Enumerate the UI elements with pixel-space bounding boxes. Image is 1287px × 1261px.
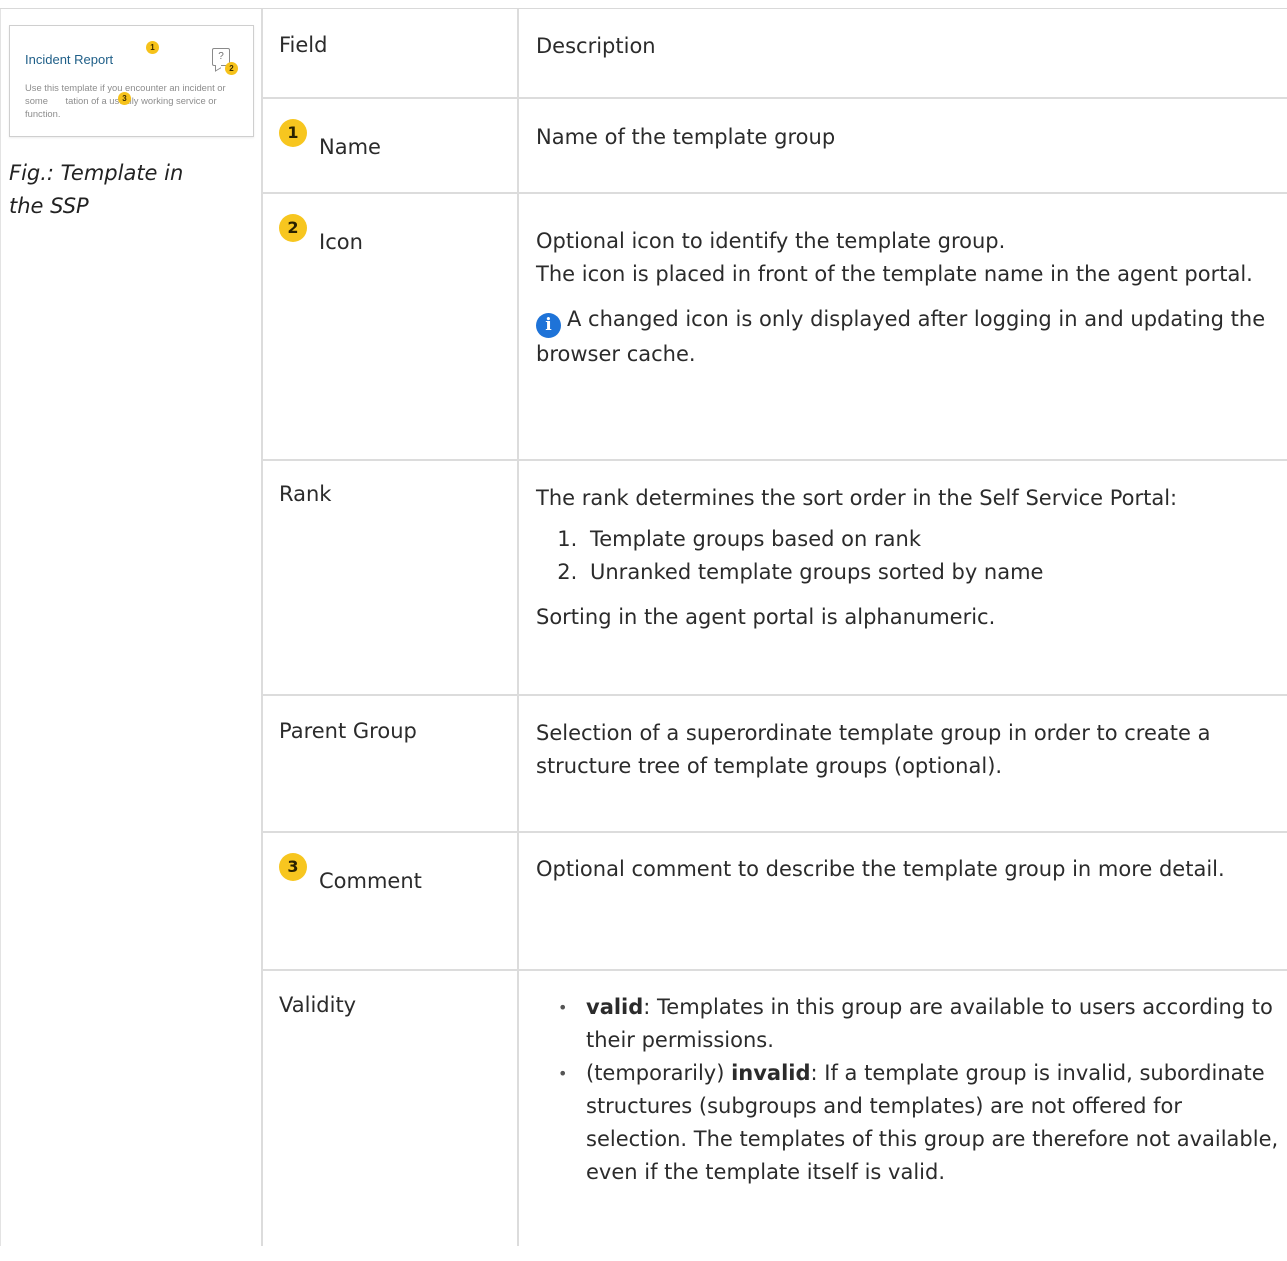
icon-desc-line1: Optional icon to identify the template g… — [536, 229, 1006, 253]
thumbnail-description: Use this template if you encounter an in… — [25, 81, 240, 120]
table-row-comment: 3 Comment Optional comment to describe th… — [262, 833, 1287, 971]
field-validity: Validity — [279, 993, 357, 1017]
figure-cell: Incident Report 1 ? 2 Use this template … — [9, 25, 254, 223]
table-header-row: Field Description — [262, 9, 1287, 99]
validity-item-invalid: (temporarily) invalid: If a template gro… — [558, 1057, 1281, 1189]
number-badge-1: 1 — [279, 119, 307, 147]
number-badge-2: 2 — [279, 214, 307, 242]
field-cell-comment: 3 Comment — [279, 853, 422, 893]
description-parent-group: Selection of a superordinate template gr… — [536, 721, 1211, 778]
table-row-parent-group: Parent Group Selection of a superordinat… — [262, 696, 1287, 833]
validity-item-valid: valid: Templates in this group are avail… — [558, 991, 1281, 1057]
rank-list: Template groups based on rank Unranked t… — [536, 523, 1276, 589]
thumbnail-title: Incident Report — [25, 52, 114, 67]
number-badge-3: 3 — [279, 853, 307, 881]
field-parent-group: Parent Group — [279, 719, 417, 743]
icon-info-note: iA changed icon is only displayed after … — [536, 303, 1276, 371]
validity-valid-text: : Templates in this group are available … — [586, 995, 1273, 1052]
table-row-name: 1 Name Name of the template group — [262, 99, 1287, 194]
field-name-label: Name — [319, 135, 381, 159]
table-row-icon: 2 Icon Optional icon to identify the temp… — [262, 194, 1287, 461]
figure-caption: Fig.: Template in the SSP — [9, 161, 184, 218]
rank-list-item: Template groups based on rank — [584, 523, 1276, 556]
header-field: Field — [279, 33, 328, 57]
field-rank: Rank — [279, 482, 332, 506]
rank-desc-intro: The rank determines the sort order in th… — [536, 486, 1178, 510]
description-rank: The rank determines the sort order in th… — [536, 482, 1276, 634]
icon-desc-line2: The icon is placed in front of the templ… — [536, 262, 1253, 286]
template-thumbnail: Incident Report 1 ? 2 Use this template … — [9, 25, 254, 137]
validity-invalid-prefix: (temporarily) — [586, 1061, 732, 1085]
field-cell-name: 1 Name — [279, 119, 381, 159]
table-border-left — [0, 9, 1, 1246]
thumbnail-badge-2: 2 — [225, 62, 238, 75]
info-icon: i — [536, 313, 561, 338]
rank-desc-outro: Sorting in the agent portal is alphanume… — [536, 605, 996, 629]
table-row-validity: Validity valid: Templates in this group … — [262, 971, 1287, 1261]
validity-list: valid: Templates in this group are avail… — [536, 991, 1281, 1189]
icon-note-text: A changed icon is only displayed after l… — [536, 307, 1266, 366]
field-icon-label: Icon — [319, 230, 363, 254]
thumbnail-badge-1: 1 — [146, 41, 159, 54]
table-row-rank: Rank The rank determines the sort order … — [262, 461, 1287, 696]
rank-list-item: Unranked template groups sorted by name — [584, 556, 1276, 589]
content-table-frame: Incident Report 1 ? 2 Use this template … — [0, 8, 1287, 1246]
description-validity: valid: Templates in this group are avail… — [536, 991, 1281, 1189]
description-comment: Optional comment to describe the templat… — [536, 857, 1225, 881]
field-comment-label: Comment — [319, 869, 422, 893]
description-icon: Optional icon to identify the template g… — [536, 225, 1276, 371]
thumbnail-badge-3: 3 — [118, 92, 131, 105]
field-cell-icon: 2 Icon — [279, 214, 363, 254]
validity-invalid-keyword: invalid — [731, 1061, 811, 1085]
description-name: Name of the template group — [536, 125, 836, 149]
header-description: Description — [536, 34, 656, 58]
validity-valid-keyword: valid — [586, 995, 644, 1019]
